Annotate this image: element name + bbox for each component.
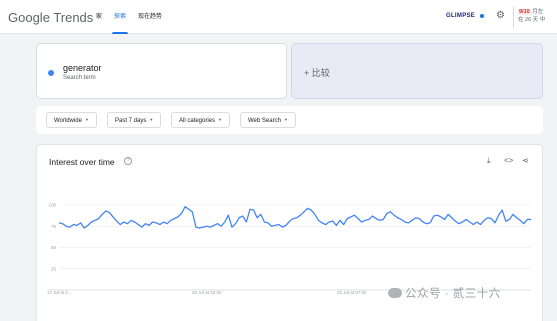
share-icon[interactable]: ⋖ bbox=[522, 156, 529, 165]
chart-series bbox=[58, 206, 531, 229]
y-tick-label: 25 bbox=[51, 266, 57, 271]
search-term-name[interactable]: generator bbox=[63, 63, 102, 73]
chevron-down-icon: ▼ bbox=[283, 117, 288, 122]
chevron-down-icon: ▼ bbox=[218, 117, 222, 122]
y-tick-labels: 100 75 50 25 bbox=[48, 203, 56, 272]
x-tick-label: 17 Jul at 2... bbox=[47, 290, 72, 295]
nav-trending-now[interactable]: 现在趋势 bbox=[132, 0, 168, 34]
filter-bar: Worldwide ▼ Past 7 days ▼ All categories ▼ … bbox=[36, 106, 543, 134]
gear-icon[interactable]: ⚙ bbox=[496, 10, 505, 21]
glimpse-status-dot bbox=[480, 14, 484, 18]
embed-icon[interactable]: <> bbox=[504, 156, 513, 165]
region-filter-label: Worldwide bbox=[54, 118, 82, 124]
usage-badge[interactable]: 9/10 月左 在 26 天 中 bbox=[518, 8, 545, 24]
watermark-text: 公众号 · 贰三十六 bbox=[405, 288, 501, 300]
x-tick-labels: 17 Jul at 2... 20 Jul at 02:00 22 Jul at 0… bbox=[47, 290, 367, 295]
time-filter-label: Past 7 days bbox=[115, 118, 147, 124]
y-tick-label: 50 bbox=[51, 245, 57, 250]
chevron-down-icon: ▼ bbox=[84, 117, 89, 122]
logo-trends-text: Trends bbox=[53, 10, 94, 25]
add-comparison-button[interactable]: + 比较 bbox=[304, 66, 330, 79]
x-tick-label: 22 Jul at 07:00 bbox=[337, 290, 367, 295]
glimpse-label[interactable]: GLIMPSE bbox=[446, 13, 475, 19]
top-bar: Google Trends 家 探索 现在趋势 GLIMPSE ⚙ 9/10 月… bbox=[0, 0, 557, 34]
chart-title: Interest over time bbox=[49, 157, 115, 167]
nav-explore[interactable]: 探索 bbox=[108, 0, 132, 34]
search-type-filter[interactable]: Web Search ▼ bbox=[240, 112, 296, 128]
search-term-subtitle: Search term bbox=[63, 75, 96, 81]
compare-card[interactable]: + 比较 bbox=[291, 43, 543, 99]
help-icon[interactable]: ? bbox=[124, 157, 132, 165]
usage-count: 9/10 bbox=[518, 9, 531, 15]
main-nav: 家 探索 现在趋势 bbox=[90, 0, 168, 34]
chevron-down-icon: ▼ bbox=[149, 117, 154, 122]
wechat-watermark: 公众号 · 贰三十六 bbox=[388, 285, 501, 301]
time-filter[interactable]: Past 7 days ▼ bbox=[107, 112, 162, 128]
y-tick-label: 100 bbox=[48, 203, 56, 208]
chart-grid bbox=[47, 204, 531, 291]
search-term-card[interactable]: generator Search term bbox=[36, 43, 287, 99]
nav-home[interactable]: 家 bbox=[90, 0, 108, 34]
x-tick-label: 20 Jul at 02:00 bbox=[192, 290, 222, 295]
google-trends-logo[interactable]: Google Trends bbox=[8, 10, 93, 25]
category-filter-label: All categories bbox=[179, 118, 216, 124]
series-line-generator[interactable] bbox=[58, 206, 531, 229]
region-filter[interactable]: Worldwide ▼ bbox=[46, 112, 97, 128]
y-tick-label: 75 bbox=[51, 224, 57, 229]
download-icon[interactable]: ⤓ bbox=[487, 156, 491, 166]
wechat-icon bbox=[388, 288, 402, 298]
usage-line1: 月左 bbox=[530, 9, 544, 15]
logo-google-text: Google bbox=[8, 10, 50, 25]
category-filter[interactable]: All categories ▼ bbox=[171, 112, 230, 128]
header-divider bbox=[513, 6, 514, 28]
term-color-dot bbox=[48, 70, 54, 76]
usage-line2: 在 26 天 中 bbox=[518, 17, 546, 23]
search-type-filter-label: Web Search bbox=[248, 118, 281, 124]
